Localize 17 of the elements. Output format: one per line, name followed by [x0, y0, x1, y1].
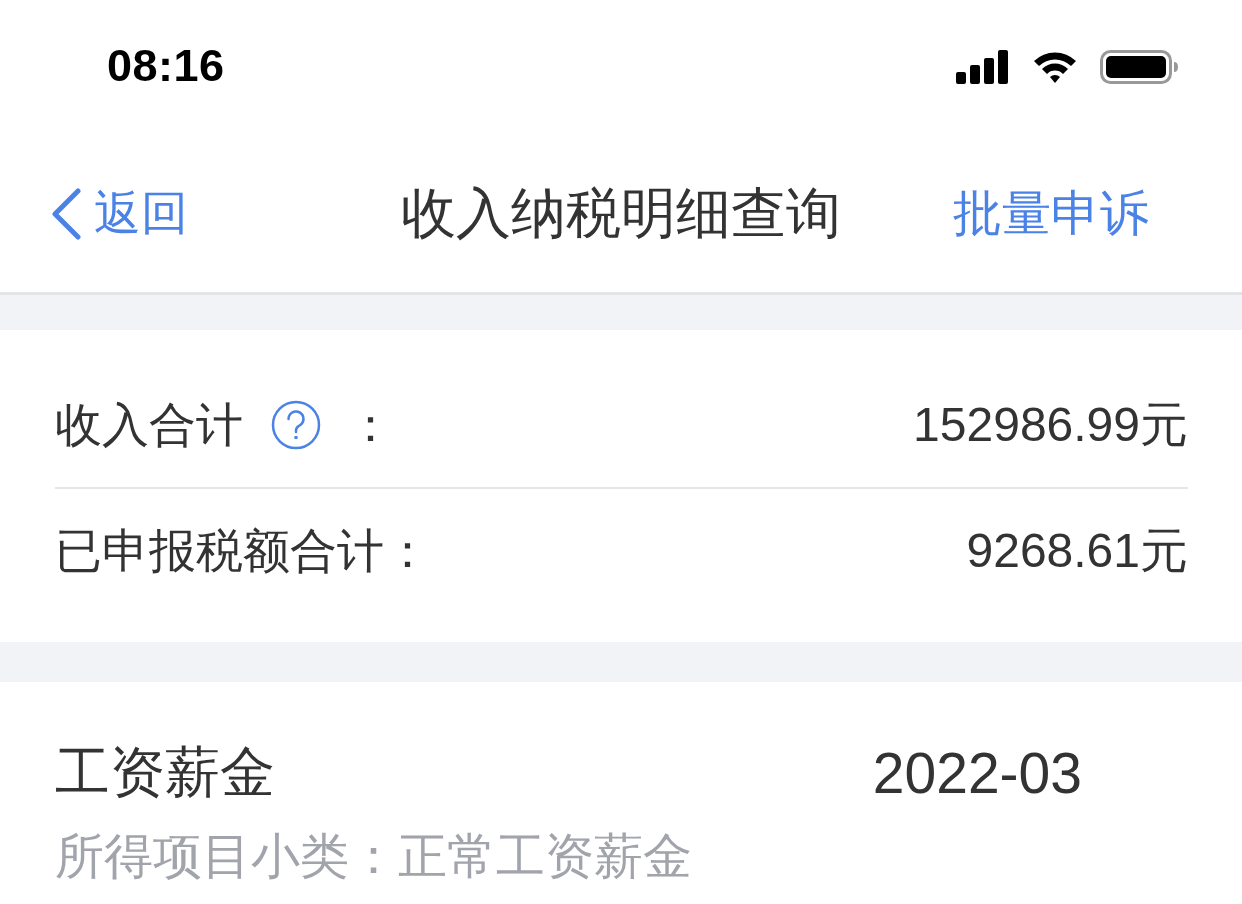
summary-label: 收入合计 [55, 396, 243, 453]
chevron-left-icon [50, 187, 82, 240]
battery-icon [1100, 49, 1178, 84]
income-subcategory: 所得项目小类：正常工资薪金 [55, 828, 692, 885]
back-button[interactable]: 返回 [50, 182, 188, 245]
page-title: 收入纳税明细查询 [401, 180, 841, 246]
batch-appeal-link[interactable]: 批量申诉 [953, 180, 1149, 247]
status-time: 08:16 [107, 39, 225, 92]
income-period: 2022-03 [872, 740, 1082, 806]
label-colon: ： [347, 396, 394, 453]
summary-label: 已申报税额合计： [55, 522, 431, 579]
help-icon[interactable] [271, 400, 321, 450]
wifi-icon [1032, 49, 1078, 84]
summary-amount: 152986.99元 [913, 397, 1188, 453]
summary-amount: 9268.61元 [966, 523, 1188, 579]
income-category: 工资薪金 [55, 740, 275, 805]
signal-icon [956, 49, 1010, 84]
